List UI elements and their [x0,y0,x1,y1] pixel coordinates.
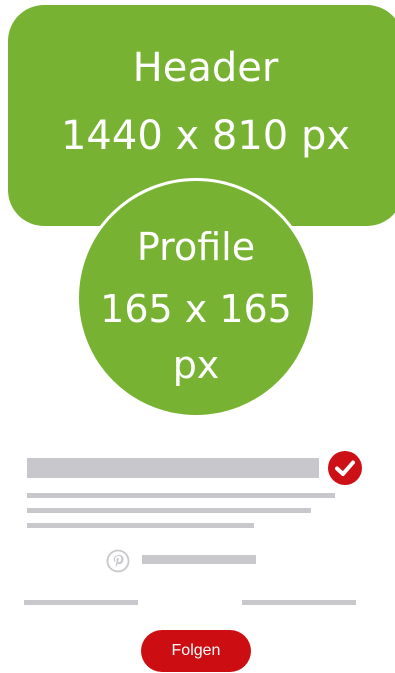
pinterest-icon [106,549,130,573]
profile-card: Header 1440 x 810 px Profile 165 x 165 p… [0,0,395,673]
profile-label: Profile [136,225,256,269]
bio-line-placeholder [27,493,335,498]
follow-button[interactable]: Folgen [141,630,251,672]
stat-placeholder-left [24,600,138,605]
profile-dimensions: 165 x 165 [100,287,292,331]
bio-line-placeholder [27,508,311,513]
pinterest-handle-placeholder [142,555,256,564]
profile-name-placeholder [27,458,319,478]
profile-image-placeholder: Profile 165 x 165 px [76,178,316,418]
header-label: Header [132,45,279,91]
profile-dimensions-unit: px [172,343,220,387]
header-dimensions: 1440 x 810 px [60,113,351,159]
check-circle-icon [328,451,362,485]
stat-placeholder-right [242,600,356,605]
bio-line-placeholder [27,523,254,528]
